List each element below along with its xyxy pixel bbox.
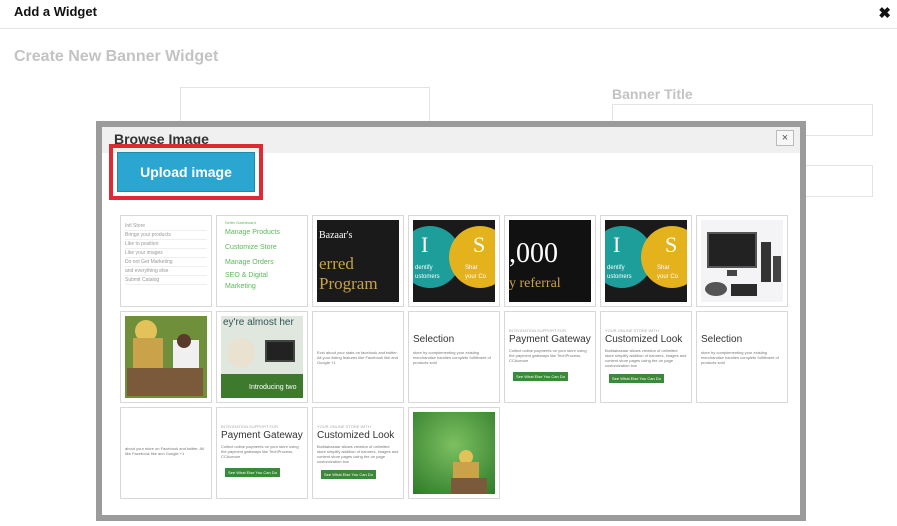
image-thumbnail[interactable]: INTEGRATION SUPPORT FOR Payment Gateway … bbox=[504, 311, 596, 403]
thumb-text: erred bbox=[319, 254, 354, 273]
browse-image-dialog: Browse Image × Upload image Intl Store B… bbox=[102, 127, 800, 515]
thumb-text: YOUR ONLINE STORE WITH bbox=[317, 424, 371, 429]
thumb-text: See What Else You Can Do bbox=[225, 468, 280, 477]
modal-header: Add a Widget ✖ bbox=[0, 0, 897, 29]
form-heading: Create New Banner Widget bbox=[14, 48, 219, 65]
thumb-text: YOUR ONLINE STORE WITH bbox=[605, 328, 659, 333]
thumb-text: Brings your products bbox=[125, 231, 207, 240]
image-thumbnail[interactable] bbox=[408, 407, 500, 499]
thumb-text: Collect online payments on your store us… bbox=[221, 444, 299, 459]
thumb-text: Shar your Co bbox=[465, 265, 487, 280]
thumb-text: Bazaar's bbox=[319, 230, 353, 241]
thumb-text: Payment Gateway bbox=[221, 430, 303, 441]
image-thumbnail[interactable]: YOUR ONLINE STORE WITH Customized Look B… bbox=[312, 407, 404, 499]
image-thumbnail[interactable]: ,000 y referral bbox=[504, 215, 596, 307]
thumb-text: ey're almost her bbox=[223, 317, 294, 328]
tv-icon bbox=[707, 232, 757, 268]
thumb-text: dentify ustomers bbox=[607, 265, 632, 280]
thumb-text: Do not Get Marketing bbox=[125, 258, 207, 267]
image-thumbnail[interactable]: Selection store by complementing your ex… bbox=[408, 311, 500, 403]
image-thumbnail[interactable]: Intl Store Brings your products Like to … bbox=[120, 215, 212, 307]
image-thumbnail[interactable]: Selection store by complementing your ex… bbox=[696, 311, 788, 403]
thumb-text: Like your images bbox=[125, 249, 207, 258]
image-thumbnail[interactable]: I S dentify ustomers Shar your Co bbox=[408, 215, 500, 307]
thumb-text: dentify ustomers bbox=[415, 265, 440, 280]
thumb-text: Buildabazaar allows creation of unlimite… bbox=[317, 444, 399, 464]
thumb-text: Manage Orders bbox=[225, 259, 274, 266]
modal-title: Add a Widget bbox=[14, 4, 97, 19]
thumb-text: and everything else bbox=[125, 267, 207, 276]
thumb-text: Selection bbox=[413, 334, 455, 345]
thumb-text: See What Else You Can Do bbox=[321, 470, 376, 479]
thumb-text: SEO & Digital Marketing bbox=[225, 272, 268, 290]
thumb-text: Customized Look bbox=[605, 334, 683, 345]
thumb-text: Like to position bbox=[125, 240, 207, 249]
thumb-text: Selection bbox=[701, 334, 743, 345]
thumb-text: I bbox=[613, 232, 621, 257]
close-icon[interactable]: ✖ bbox=[878, 4, 891, 22]
image-thumbnail[interactable]: ey're almost her Introducing two bbox=[216, 311, 308, 403]
image-thumbnail[interactable]: Bazaar's erred Program bbox=[312, 215, 404, 307]
thumb-text: Buildabazaar allows creation of unlimite… bbox=[605, 348, 687, 368]
thumb-text: store by complementing your existing mer… bbox=[701, 350, 779, 365]
thumb-text: Payment Gateway bbox=[509, 334, 591, 345]
browse-image-overlay: Browse Image × Upload image Intl Store B… bbox=[96, 121, 806, 521]
thumb-text: ,000 bbox=[509, 238, 558, 269]
thumb-text: store by complementing your existing mer… bbox=[413, 350, 491, 365]
image-thumbnail[interactable]: about your store on Facebook and twitter… bbox=[120, 407, 212, 499]
thumb-text: INTEGRATION SUPPORT FOR bbox=[509, 328, 566, 333]
image-thumbnail[interactable] bbox=[696, 215, 788, 307]
thumb-text: Intl Store bbox=[125, 222, 207, 231]
speaker-icon bbox=[761, 242, 771, 282]
image-thumbnail[interactable] bbox=[120, 311, 212, 403]
thumb-text: Shar your Co bbox=[657, 265, 679, 280]
upload-image-button[interactable]: Upload image bbox=[117, 152, 255, 192]
thumb-text: Submit Catalog bbox=[125, 276, 207, 285]
thumb-text: y referral bbox=[509, 276, 561, 291]
thumb-text: Customized Look bbox=[317, 430, 395, 441]
image-thumbnail[interactable]: I S dentify ustomers Shar your Co bbox=[600, 215, 692, 307]
thumb-text: Introducing two bbox=[249, 384, 297, 391]
thumb-text: Collect online payments on your store us… bbox=[509, 348, 587, 363]
thumb-text: S bbox=[665, 232, 678, 257]
image-thumbnail[interactable]: YOUR ONLINE STORE WITH Customized Look B… bbox=[600, 311, 692, 403]
thumb-text: Manage Products bbox=[225, 229, 280, 236]
image-thumbnail[interactable]: Ecst about your stats on facebook and tw… bbox=[312, 311, 404, 403]
thumb-text: S bbox=[473, 232, 486, 257]
upload-highlight: Upload image bbox=[109, 144, 263, 200]
banner-title-label: Banner Title bbox=[612, 86, 693, 102]
thumb-text: about your store on Facebook and twitter… bbox=[125, 446, 204, 456]
thumb-text: Program bbox=[319, 274, 378, 293]
image-thumbnail[interactable]: Seller Dashboard Manage Products Customi… bbox=[216, 215, 308, 307]
dialog-close-icon[interactable]: × bbox=[776, 130, 794, 146]
thumb-text: See What Else You Can Do bbox=[513, 372, 568, 381]
thumb-text: See What Else You Can Do bbox=[609, 374, 664, 383]
thumb-text: I bbox=[421, 232, 429, 257]
image-thumbnail[interactable]: INTEGRATION SUPPORT FOR Payment Gateway … bbox=[216, 407, 308, 499]
thumb-text: Ecst about your stats on facebook and tw… bbox=[317, 350, 398, 365]
thumb-text: INTEGRATION SUPPORT FOR bbox=[221, 424, 278, 429]
thumb-text: Customize Store bbox=[225, 244, 277, 251]
